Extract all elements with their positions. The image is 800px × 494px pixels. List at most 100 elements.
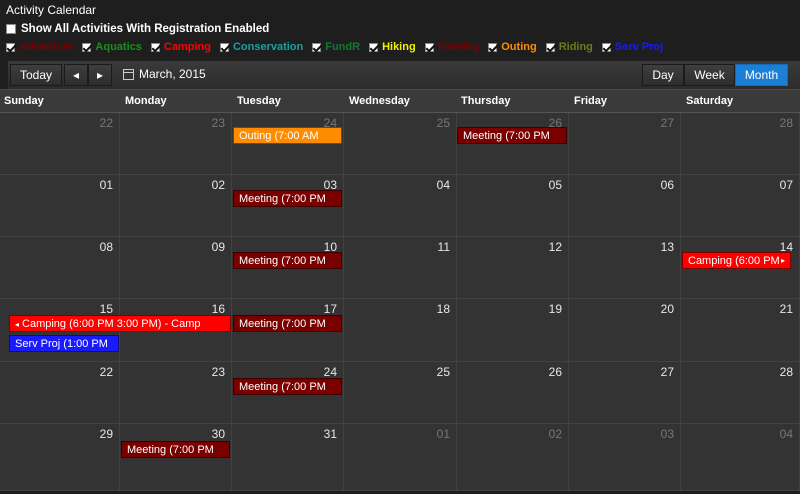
filter-outing[interactable]: Outing bbox=[488, 41, 537, 53]
filter-camping[interactable]: Camping bbox=[150, 41, 211, 53]
event-label: Meeting (7:00 PM bbox=[463, 130, 550, 142]
show-all-option[interactable]: Show All Activities With Registration En… bbox=[6, 23, 269, 35]
day-cell[interactable]: 12 bbox=[457, 237, 569, 299]
day-cell[interactable]: 03 bbox=[569, 424, 681, 491]
weekday-label: Monday bbox=[125, 95, 167, 107]
calendar-event[interactable]: Meeting (7:00 PM bbox=[233, 378, 342, 395]
day-cell[interactable]: 23 bbox=[120, 362, 232, 424]
calendar-event[interactable]: Outing (7:00 AM bbox=[233, 127, 342, 144]
day-cell[interactable]: 27 bbox=[569, 113, 681, 175]
day-number: 07 bbox=[779, 178, 793, 192]
day-number: 20 bbox=[660, 302, 674, 316]
day-cell[interactable]: 02 bbox=[457, 424, 569, 491]
checkbox[interactable] bbox=[601, 42, 611, 52]
chevron-left-icon: ◂ bbox=[72, 68, 80, 82]
filter-label: Camping bbox=[163, 41, 211, 53]
filter-serv-proj[interactable]: Serv Proj bbox=[601, 41, 663, 53]
day-cell[interactable]: 23 bbox=[120, 113, 232, 175]
checkbox[interactable] bbox=[488, 42, 498, 52]
today-button[interactable]: Today bbox=[10, 64, 62, 86]
day-cell[interactable]: 13 bbox=[569, 237, 681, 299]
checkbox[interactable] bbox=[545, 42, 555, 52]
day-cell[interactable]: 24 bbox=[232, 113, 344, 175]
view-month-button[interactable]: Month bbox=[735, 64, 788, 86]
day-cell[interactable]: 21 bbox=[681, 299, 800, 362]
day-number: 01 bbox=[99, 178, 113, 192]
day-cell[interactable]: 18 bbox=[344, 299, 457, 362]
day-cell[interactable]: 01 bbox=[344, 424, 457, 491]
filter-aquatics[interactable]: Aquatics bbox=[82, 41, 142, 53]
continues-left-icon: ◂ bbox=[15, 320, 20, 329]
calendar-event[interactable]: Meeting (7:00 PM bbox=[233, 315, 342, 332]
weekday-label: Wednesday bbox=[349, 95, 410, 107]
checkbox[interactable] bbox=[150, 42, 160, 52]
show-all-label: Show All Activities With Registration En… bbox=[21, 23, 270, 35]
day-number: 27 bbox=[660, 365, 674, 379]
day-cell[interactable]: 29 bbox=[0, 424, 120, 491]
view-day-button[interactable]: Day bbox=[642, 64, 684, 86]
day-cell[interactable]: 27 bbox=[569, 362, 681, 424]
current-period-label: March, 2015 bbox=[139, 67, 206, 81]
day-cell[interactable]: 22 bbox=[0, 113, 120, 175]
checkbox[interactable] bbox=[219, 42, 229, 52]
day-number: 26 bbox=[548, 365, 562, 379]
day-number: 03 bbox=[660, 427, 674, 441]
day-number: 06 bbox=[660, 178, 674, 192]
prev-button[interactable]: ◂ bbox=[64, 64, 88, 86]
checkbox[interactable] bbox=[82, 42, 92, 52]
calendar-event[interactable]: Serv Proj (1:00 PM bbox=[9, 335, 119, 352]
day-number: 28 bbox=[779, 365, 793, 379]
filter-meeting[interactable]: Meeting bbox=[424, 41, 480, 53]
day-number: 21 bbox=[779, 302, 793, 316]
filter-fundr[interactable]: FundR bbox=[312, 41, 360, 53]
day-cell[interactable]: 08 bbox=[0, 237, 120, 299]
next-button[interactable]: ▸ bbox=[88, 64, 112, 86]
event-label: Meeting (7:00 PM bbox=[239, 318, 326, 330]
calendar-event[interactable]: ◂ Camping (6:00 PM 3:00 PM) - Camp bbox=[9, 315, 231, 332]
filter-label: Aquatics bbox=[95, 41, 142, 53]
day-cell[interactable]: 26 bbox=[457, 113, 569, 175]
filter-hiking[interactable]: Hiking bbox=[369, 41, 416, 53]
show-all-checkbox[interactable] bbox=[6, 24, 16, 34]
day-number: 23 bbox=[211, 365, 225, 379]
filter-adventure[interactable]: Adventure bbox=[6, 41, 73, 53]
calendar-event[interactable]: Meeting (7:00 PM bbox=[233, 252, 342, 269]
calendar-event[interactable]: Meeting (7:00 PM bbox=[233, 190, 342, 207]
current-period[interactable]: March, 2015 bbox=[123, 67, 206, 81]
day-cell[interactable]: 09 bbox=[120, 237, 232, 299]
day-cell[interactable]: 28 bbox=[681, 362, 800, 424]
checkbox[interactable] bbox=[424, 42, 434, 52]
day-cell[interactable]: 07 bbox=[681, 175, 800, 237]
day-cell[interactable]: 02 bbox=[120, 175, 232, 237]
day-cell[interactable]: 11 bbox=[344, 237, 457, 299]
day-cell[interactable]: 19 bbox=[457, 299, 569, 362]
calendar-event[interactable]: Camping (6:00 PM ▸ bbox=[682, 252, 791, 269]
day-cell[interactable]: 22 bbox=[0, 362, 120, 424]
day-cell[interactable]: 05 bbox=[457, 175, 569, 237]
calendar: Today ◂ ▸ March, 2015 Day Week Month Sun… bbox=[0, 61, 800, 491]
day-cell[interactable]: 26 bbox=[457, 362, 569, 424]
day-cell[interactable]: 20 bbox=[569, 299, 681, 362]
calendar-event[interactable]: Meeting (7:00 PM bbox=[121, 441, 230, 458]
checkbox[interactable] bbox=[312, 42, 322, 52]
filter-label: Meeting bbox=[437, 41, 480, 53]
weekday-label: Sunday bbox=[4, 95, 44, 107]
day-number: 16 bbox=[211, 302, 225, 316]
day-cell[interactable]: 25 bbox=[344, 113, 457, 175]
checkbox[interactable] bbox=[369, 42, 379, 52]
event-label: Meeting (7:00 PM bbox=[239, 193, 326, 205]
checkbox[interactable] bbox=[6, 42, 15, 52]
day-cell[interactable]: 31 bbox=[232, 424, 344, 491]
filter-riding[interactable]: Riding bbox=[545, 41, 593, 53]
view-week-button[interactable]: Week bbox=[684, 64, 735, 86]
day-cell[interactable]: 28 bbox=[681, 113, 800, 175]
day-cell[interactable]: 04 bbox=[344, 175, 457, 237]
day-number: 13 bbox=[660, 240, 674, 254]
day-cell[interactable]: 04 bbox=[681, 424, 800, 491]
day-cell[interactable]: 01 bbox=[0, 175, 120, 237]
calendar-event[interactable]: Meeting (7:00 PM bbox=[457, 127, 567, 144]
day-cell[interactable]: 06 bbox=[569, 175, 681, 237]
day-cell[interactable]: 25 bbox=[344, 362, 457, 424]
activity-filters: Adventure Aquatics Camping Conservation … bbox=[6, 41, 672, 53]
filter-conservation[interactable]: Conservation bbox=[219, 41, 303, 53]
